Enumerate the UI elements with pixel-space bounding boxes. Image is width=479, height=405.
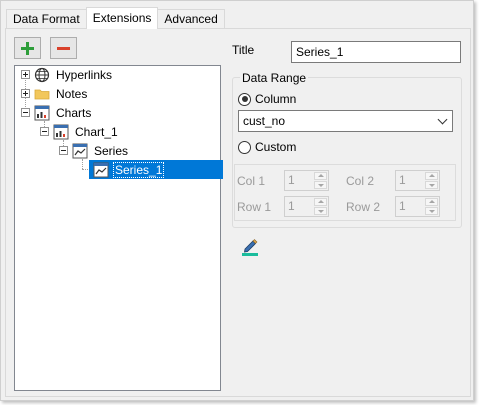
remove-button[interactable] [50,37,77,59]
column-radio[interactable]: Column [238,92,296,106]
tree-line [82,159,83,169]
column-select[interactable]: cust_no [238,110,453,132]
spin-down-icon[interactable] [425,181,438,189]
line-chart-icon [72,143,88,159]
collapse-series-toggle[interactable] [59,146,68,155]
tab-advanced[interactable]: Advanced [157,9,225,29]
tab-bar: Data Format Extensions Advanced [6,7,225,29]
col1-value: 1 [288,173,295,187]
spin-down-icon[interactable] [425,207,438,215]
tree-item-label: Series [94,144,129,158]
add-button[interactable] [14,37,41,59]
title-input[interactable]: Series_1 [291,41,461,63]
col1-spinner[interactable]: 1 [284,170,329,191]
dialog-window: Data Format Extensions Advanced Hyperlin… [0,0,474,401]
globe-icon [34,67,50,83]
title-label: Title [232,43,255,57]
minus-icon [57,42,70,55]
expand-notes-toggle[interactable] [21,89,30,98]
row2-value: 1 [399,199,406,213]
tree-item-hyperlinks[interactable]: Hyperlinks [34,66,114,84]
folder-icon [34,86,50,102]
row2-spinner[interactable]: 1 [395,196,440,217]
tree-item-series[interactable]: Series [72,142,130,160]
data-range-label: Data Range [240,71,309,85]
col2-value: 1 [399,173,406,187]
line-chart-icon [93,162,109,178]
tab-extensions[interactable]: Extensions [85,7,159,29]
chart-icon [53,124,69,140]
collapse-charts-toggle[interactable] [21,108,30,117]
row2-label: Row 2 [346,200,381,214]
col1-label: Col 1 [237,174,266,188]
row1-spinner[interactable]: 1 [284,196,329,217]
column-radio-label: Column [255,92,297,106]
radio-circle [238,92,251,106]
col2-spinner[interactable]: 1 [395,170,440,191]
tree-item-label: Notes [56,87,88,101]
col2-label: Col 2 [346,174,375,188]
expand-hyperlinks-toggle[interactable] [21,70,30,79]
spin-down-icon[interactable] [314,207,327,215]
tab-data-format[interactable]: Data Format [6,9,87,29]
tree-item-charts[interactable]: Charts [34,104,93,122]
spin-up-icon[interactable] [425,172,438,180]
collapse-chart-1-toggle[interactable] [40,127,49,136]
row1-value: 1 [288,199,295,213]
custom-radio-label: Custom [255,140,297,154]
tree-item-chart-1[interactable]: Chart_1 [53,123,120,141]
spin-up-icon[interactable] [314,172,327,180]
radio-circle [238,140,251,154]
tree-item-label: Charts [56,106,92,120]
tree-item-label: Hyperlinks [56,68,113,82]
pen-style-icon[interactable] [240,237,260,257]
row1-label: Row 1 [237,200,272,214]
tree-item-notes[interactable]: Notes [34,85,89,103]
spin-down-icon[interactable] [314,181,327,189]
spin-up-icon[interactable] [425,198,438,206]
tree-item-series-1[interactable]: Series_1 [93,161,165,179]
extensions-tree[interactable]: Hyperlinks Notes Charts Chart_1 Series S… [14,65,223,391]
column-select-value: cust_no [243,114,286,128]
plus-icon [21,41,34,55]
tree-item-label: Series_1 [113,162,165,178]
spin-up-icon[interactable] [314,198,327,206]
chart-icon [34,105,50,121]
chevron-down-icon [437,114,448,125]
extensions-page: Hyperlinks Notes Charts Chart_1 Series S… [5,28,471,397]
tree-item-label: Chart_1 [75,125,118,139]
custom-radio[interactable]: Custom [238,140,296,154]
